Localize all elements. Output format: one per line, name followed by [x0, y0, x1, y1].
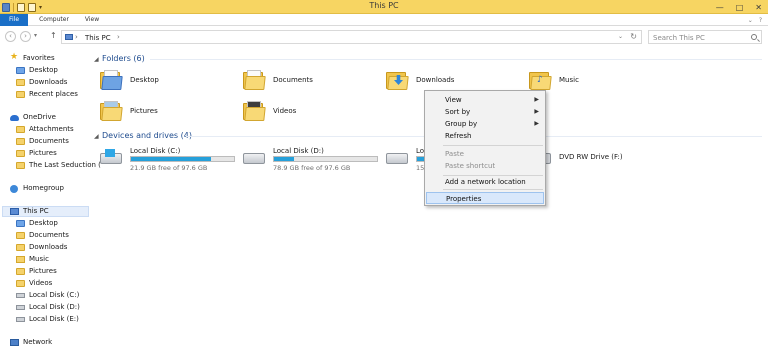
- maximize-button[interactable]: □: [736, 3, 744, 12]
- tab-view[interactable]: View: [80, 14, 104, 26]
- onedrive-cloud-icon: [10, 115, 19, 121]
- windows-drive-icon: [100, 149, 122, 164]
- search-box[interactable]: Search This PC: [648, 30, 762, 44]
- folder-desktop[interactable]: Desktop: [100, 70, 220, 94]
- tab-file[interactable]: File: [0, 14, 28, 26]
- folder-icon: [243, 70, 266, 90]
- menu-item-refresh[interactable]: Refresh: [425, 130, 545, 142]
- drive-icon: [16, 293, 25, 298]
- menu-item-group-by[interactable]: Group by ▶: [425, 118, 545, 130]
- address-bar[interactable]: › This PC › ⌄ ↻: [61, 30, 642, 44]
- search-icon: [751, 34, 757, 40]
- drive-icon: [386, 153, 408, 164]
- videos-folder-icon: [16, 280, 25, 287]
- expand-ribbon-icon[interactable]: ⌄: [748, 17, 753, 24]
- collapse-arrow-icon[interactable]: ◢: [94, 133, 99, 140]
- submenu-arrow-icon: ▶: [534, 108, 539, 115]
- address-dropdown-icon[interactable]: ⌄: [618, 33, 623, 40]
- folder-icon: [16, 138, 25, 145]
- submenu-arrow-icon: ▶: [534, 96, 539, 103]
- ribbon-right-controls: ⌄ ?: [748, 14, 762, 26]
- menu-separator: [443, 145, 543, 146]
- drive-c[interactable]: Local Disk (C:) 21.9 GB free of 97.6 GB: [100, 147, 240, 173]
- folder-videos[interactable]: Videos: [243, 101, 363, 125]
- breadcrumb[interactable]: This PC: [85, 34, 111, 42]
- folder-icon: [16, 232, 25, 239]
- pictures-folder-icon: [100, 101, 123, 121]
- menu-separator: [443, 189, 543, 190]
- window-controls: — □ ✕: [716, 1, 762, 13]
- close-button[interactable]: ✕: [755, 3, 762, 12]
- drive-usage-bar: [273, 156, 378, 162]
- search-input[interactable]: Search This PC: [653, 34, 705, 42]
- network-icon: [10, 339, 19, 346]
- menu-item-properties[interactable]: Properties: [426, 192, 544, 204]
- drive-icon: [16, 317, 25, 322]
- drive-usage-fill: [131, 157, 212, 161]
- downloads-folder-icon: [386, 70, 409, 90]
- navigation-pane: ★ Favorites Desktop Downloads Recent pla…: [0, 48, 101, 352]
- drive-dvd-f[interactable]: DVD RW Drive (F:): [529, 147, 649, 173]
- star-icon: ★: [10, 52, 19, 62]
- folder-icon: [16, 150, 25, 157]
- folders-header[interactable]: Folders (6): [102, 54, 145, 63]
- menu-item-paste[interactable]: Paste: [425, 148, 545, 160]
- breadcrumb-chevron-icon[interactable]: ›: [117, 33, 120, 41]
- menu-item-add-network-location[interactable]: Add a network location: [425, 176, 545, 188]
- videos-folder-icon: [243, 101, 266, 121]
- breadcrumb-chevron-icon[interactable]: ›: [75, 33, 78, 41]
- help-icon[interactable]: ?: [759, 17, 762, 24]
- drive-e[interactable]: Loc 150: [386, 147, 426, 173]
- this-pc-icon: [65, 34, 73, 40]
- recent-places-icon: [16, 91, 25, 98]
- music-folder-icon: ♪: [529, 70, 552, 90]
- menu-item-paste-shortcut[interactable]: Paste shortcut: [425, 160, 545, 172]
- pictures-folder-icon: [16, 268, 25, 275]
- menu-item-view[interactable]: View ▶: [425, 94, 545, 106]
- folder-pictures[interactable]: Pictures: [100, 101, 220, 125]
- up-button[interactable]: ↑: [50, 31, 57, 40]
- context-menu: View ▶ Sort by ▶ Group by ▶ Refresh Past…: [424, 90, 546, 206]
- folder-documents[interactable]: Documents: [243, 70, 363, 94]
- recent-locations-icon[interactable]: ▾: [34, 32, 37, 39]
- window-title: This PC: [369, 1, 399, 10]
- downloads-folder-icon: [16, 244, 25, 251]
- drive-icon: [243, 153, 265, 164]
- section-divider: [150, 59, 762, 60]
- desktop-icon: [16, 220, 25, 227]
- forward-button[interactable]: ›: [20, 31, 31, 42]
- this-pc-icon: [10, 208, 19, 215]
- tab-computer[interactable]: Computer: [36, 14, 72, 26]
- drive-usage-bar: [130, 156, 235, 162]
- homegroup-icon: [10, 185, 18, 193]
- address-row: ‹ › ▾ ↑ › This PC › ⌄ ↻ Search This PC: [0, 27, 768, 47]
- folder-icon: [100, 70, 123, 90]
- title-bar: ▾ This PC — □ ✕: [0, 0, 768, 14]
- desktop-icon: [16, 67, 25, 74]
- drive-usage-fill: [274, 157, 294, 161]
- minimize-button[interactable]: —: [716, 3, 724, 12]
- refresh-icon[interactable]: ↻: [630, 32, 637, 41]
- devices-header[interactable]: Devices and drives (4): [102, 131, 192, 140]
- back-button[interactable]: ‹: [5, 31, 16, 42]
- menu-item-sort-by[interactable]: Sort by ▶: [425, 106, 545, 118]
- ribbon-tabs: File Computer View ⌄ ?: [0, 14, 768, 26]
- folder-icon: [16, 126, 25, 133]
- folder-icon: [16, 162, 25, 169]
- music-folder-icon: [16, 256, 25, 263]
- submenu-arrow-icon: ▶: [534, 120, 539, 127]
- drive-d[interactable]: Local Disk (D:) 78.9 GB free of 97.6 GB: [243, 147, 383, 173]
- folder-music[interactable]: ♪ Music: [529, 70, 649, 94]
- drive-icon: [16, 305, 25, 310]
- collapse-arrow-icon[interactable]: ◢: [94, 56, 99, 63]
- downloads-folder-icon: [16, 79, 25, 86]
